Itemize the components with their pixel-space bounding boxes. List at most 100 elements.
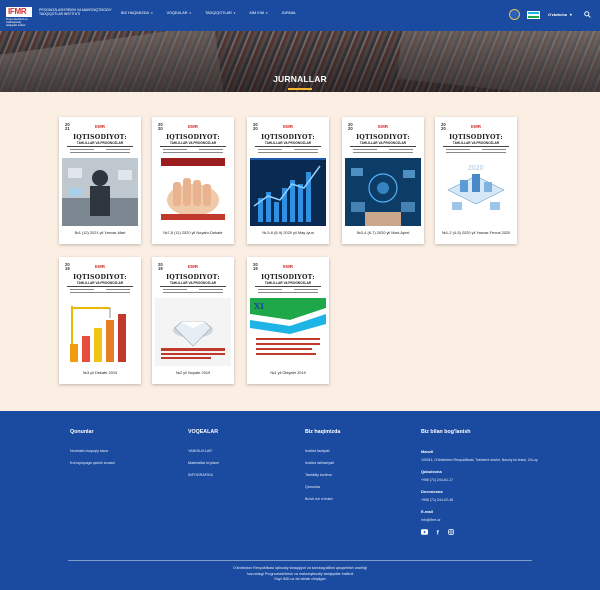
cover-text-line — [482, 149, 506, 150]
journal-cover-image[interactable]: 20 20 EMR IQTISODIYOT: TAHLILLAR VA PROGN… — [155, 120, 231, 226]
cover-publisher-mark: EMR — [95, 124, 105, 129]
top-navbar: IFMR Prognozlashtirish va makroiqtisodiy… — [0, 0, 600, 31]
journal-cover-image[interactable]: 20 20 EMR IQTISODIYOT: TAHLILLAR VA PROGN… — [438, 120, 514, 226]
journal-cover-image[interactable]: 20 19 EMR IQTISODIYOT: TAHLILLAR VA PROGN… — [62, 260, 138, 366]
instagram-icon[interactable] — [448, 529, 454, 535]
footer-contact-column: Biz bilan bog'lanish Manzil 100011, O'zb… — [421, 429, 541, 535]
cover-publisher-mark: EMR — [471, 124, 481, 129]
reception-phone[interactable]: +998 (71) 244-61-17 — [421, 478, 541, 483]
journal-caption[interactable]: №1 yil Oktyabr 2019 — [247, 370, 329, 375]
cover-masthead-sub: TAHLILLAR VA PROGNOZLAR — [264, 281, 312, 285]
email-value[interactable]: info@ifmr.uz — [421, 518, 541, 523]
journal-caption[interactable]: №1 (12) 2021 yil Yanvar-Mart — [59, 230, 141, 235]
search-icon[interactable] — [584, 11, 591, 18]
cover-text-line — [446, 152, 506, 153]
footer-link-structure[interactable]: Tashkiliy tuzilma — [305, 473, 340, 477]
journal-caption[interactable]: № 5-6 (8-9) 2020 yil May-Iyun — [247, 230, 329, 235]
footer-link-laws[interactable]: Qonunlar — [305, 485, 340, 489]
journal-card[interactable]: 20 19 EMR IQTISODIYOT: TAHLILLAR VA PROGN… — [247, 257, 329, 384]
journal-cover-image[interactable]: 20 20 EMR IQTISODIYOT: TAHLILLAR VA PROGN… — [250, 120, 326, 226]
language-label: O'zbekcha — [548, 12, 567, 17]
journal-caption[interactable]: №3 yil Dekabr 2019 — [59, 370, 141, 375]
cover-publisher-mark: EMR — [283, 124, 293, 129]
nav-research[interactable]: Tadqiqotlar ▾ — [205, 11, 235, 15]
cover-text-line — [258, 152, 318, 153]
cover-publisher-mark: EMR — [283, 264, 293, 269]
language-select[interactable]: O'zbekcha ▾ — [548, 12, 572, 18]
cover-masthead: IQTISODIYOT: — [356, 134, 410, 141]
cover-masthead: IQTISODIYOT: — [73, 134, 127, 141]
footer-link-activity[interactable]: Institut faoliyati — [305, 449, 340, 453]
journal-card[interactable]: 20 19 EMR IQTISODIYOT: TAHLILLAR VA PROGN… — [152, 257, 234, 384]
footer-events-title: VOQEALAR — [188, 429, 219, 435]
institute-name[interactable]: Prognozlashtirish va makroiqtisodiy tadq… — [39, 8, 115, 17]
facebook-icon[interactable]: f — [435, 529, 441, 535]
uzbekistan-flag-icon — [527, 11, 540, 19]
footer-laws-title: Qonunlar — [70, 429, 94, 435]
title-underline — [288, 88, 312, 90]
cover-year: 20 20 — [253, 122, 258, 132]
cover-masthead-sub: TAHLILLAR VA PROGNOZLAR — [359, 141, 407, 145]
footer-link-vacancies[interactable]: Bo'sh ish o'rinlari — [305, 497, 340, 501]
nav-research-label: Tadqiqotlar — [204, 11, 232, 15]
journal-caption[interactable]: №7-8 (11) 2020 yil Noyabr-Dekabr — [152, 230, 234, 235]
svg-text:f: f — [437, 530, 440, 535]
journal-cover-image[interactable]: 20 20 EMR IQTISODIYOT: TAHLILLAR VA PROGN… — [345, 120, 421, 226]
institute-logo[interactable]: IFMR Prognozlashtirish va makroiqtisodiy… — [6, 7, 32, 27]
footer-laws-column: Qonunlar Normativ-huquqiy baza Korrupsiy… — [70, 429, 115, 473]
cover-masthead-sub: TAHLILLAR VA PROGNOZLAR — [264, 141, 312, 145]
journal-card[interactable]: 20 19 EMR IQTISODIYOT: TAHLILLAR VA PROGN… — [59, 257, 141, 384]
cover-masthead-sub: TAHLILLAR VA PROGNOZLAR — [76, 281, 124, 285]
footer-link-infographics[interactable]: INFOGRAFIKA — [188, 473, 219, 477]
nav-who-is-who[interactable]: Kim kim ▾ — [249, 11, 267, 15]
cover-text-line — [199, 149, 223, 150]
cover-masthead-sub: TAHLILLAR VA PROGNOZLAR — [76, 141, 124, 145]
social-links: f — [421, 529, 541, 535]
journal-card[interactable]: 20 20 EMR IQTISODIYOT: TAHLILLAR VA PROGN… — [152, 117, 234, 244]
office-phone[interactable]: +998 (71) 244-02-48 — [421, 498, 541, 503]
cover-artwork — [155, 158, 231, 226]
footer-link-legal-base[interactable]: Normativ-huquqiy baza — [70, 449, 115, 453]
cover-year: 20 19 — [158, 262, 163, 272]
journal-cover-image[interactable]: 20 19 EMR IQTISODIYOT: TAHLILLAR VA PROGN… — [155, 260, 231, 366]
main-nav: Biz haqimizda ▾ Voqealar ▾ Tadqiqotlar ▾ Ki… — [121, 11, 310, 15]
nav-who-is-who-label: Kim kim — [249, 11, 264, 15]
youtube-icon[interactable] — [421, 529, 428, 535]
cover-artwork: XI — [250, 298, 326, 366]
journal-caption[interactable]: №2 yil Noyabr 2019 — [152, 370, 234, 375]
journal-card[interactable]: 20 21 EMR IQTISODIYOT: TAHLILLAR VA PROGN… — [59, 117, 141, 244]
footer-link-anticorruption[interactable]: Korrupsiyaga qarshi kurash — [70, 461, 115, 465]
journal-cover-image[interactable]: 20 19 EMR IQTISODIYOT: TAHLILLAR VA PROGN… — [250, 260, 326, 366]
footer-link-leadership[interactable]: Institut rahbariyati — [305, 461, 340, 465]
journal-card[interactable]: 20 20 EMR IQTISODIYOT: TAHLILLAR VA PROGN… — [435, 117, 517, 244]
cover-artwork — [62, 298, 138, 366]
office-label: Devonxona — [421, 489, 443, 494]
nav-about[interactable]: Biz haqimizda ▾ — [121, 11, 153, 15]
cover-year: 20 20 — [348, 122, 353, 132]
journal-caption[interactable]: №3-4 (6-7) 2020 yil Mart-Aprel — [342, 230, 424, 235]
cover-year: 20 20 — [441, 122, 446, 132]
nav-journal[interactable]: Jurnal — [282, 11, 297, 15]
cover-masthead: IQTISODIYOT: — [261, 274, 315, 281]
cover-text-line — [70, 289, 94, 290]
journal-caption[interactable]: №1-2 (4-5) 2020 yil Yanvar-Fevral 2020 — [435, 230, 517, 235]
cover-year: 20 20 — [158, 122, 163, 132]
footer-link-news[interactable]: YANGILIKLAR — [188, 449, 219, 453]
copyright-line-3: Sayt IMD.uz da ishlab chiqilgan — [274, 577, 326, 582]
cover-year: 20 19 — [253, 262, 258, 272]
cover-text-line — [163, 149, 187, 150]
cover-text-line — [258, 292, 318, 293]
journal-card[interactable]: 20 20 EMR IQTISODIYOT: TAHLILLAR VA PROGN… — [342, 117, 424, 244]
chevron-down-icon: ▾ — [266, 11, 268, 15]
cover-rule — [160, 286, 226, 287]
cover-masthead-sub: TAHLILLAR VA PROGNOZLAR — [169, 281, 217, 285]
reception-label: Qabulxona — [421, 469, 442, 474]
journal-card[interactable]: 20 20 EMR IQTISODIYOT: TAHLILLAR VA PROGN… — [247, 117, 329, 244]
cover-text-line — [163, 152, 223, 153]
nav-events[interactable]: Voqealar ▾ — [167, 11, 191, 15]
footer-link-materials[interactable]: Materiallar to'plami — [188, 461, 219, 465]
journal-cover-image[interactable]: 20 21 EMR IQTISODIYOT: TAHLILLAR VA PROGN… — [62, 120, 138, 226]
cover-artwork — [345, 158, 421, 226]
chevron-down-icon: ▾ — [569, 13, 572, 17]
chevron-down-icon: ▾ — [233, 11, 236, 15]
